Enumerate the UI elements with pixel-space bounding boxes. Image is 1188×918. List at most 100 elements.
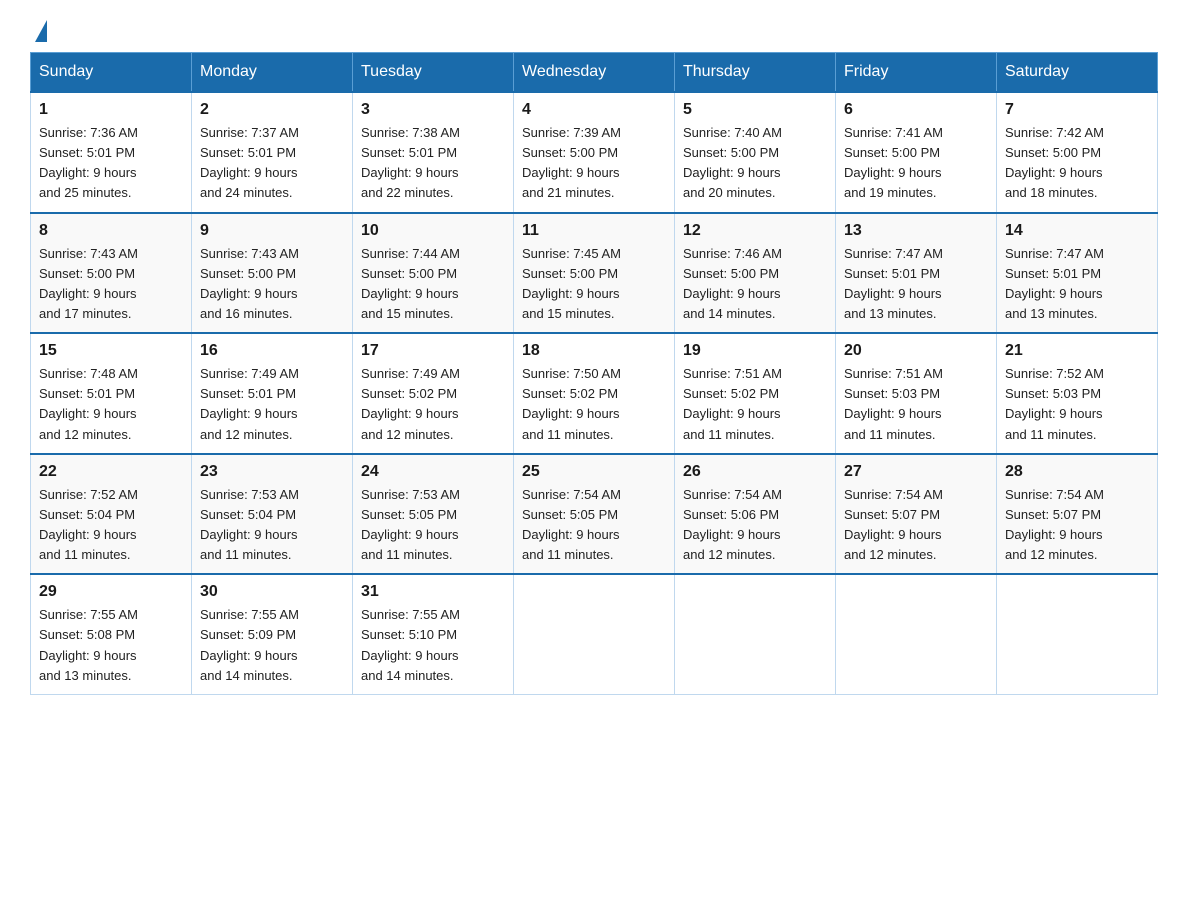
calendar-cell: 15 Sunrise: 7:48 AM Sunset: 5:01 PM Dayl… — [31, 333, 192, 454]
day-info: Sunrise: 7:54 AM Sunset: 5:07 PM Dayligh… — [844, 485, 988, 566]
day-info: Sunrise: 7:43 AM Sunset: 5:00 PM Dayligh… — [39, 244, 183, 325]
day-number: 4 — [522, 101, 666, 119]
calendar-cell: 9 Sunrise: 7:43 AM Sunset: 5:00 PM Dayli… — [192, 213, 353, 334]
day-info: Sunrise: 7:42 AM Sunset: 5:00 PM Dayligh… — [1005, 123, 1149, 204]
calendar-cell: 13 Sunrise: 7:47 AM Sunset: 5:01 PM Dayl… — [836, 213, 997, 334]
day-info: Sunrise: 7:49 AM Sunset: 5:02 PM Dayligh… — [361, 364, 505, 445]
day-number: 23 — [200, 463, 344, 481]
logo — [30, 20, 58, 42]
header-saturday: Saturday — [997, 53, 1158, 93]
day-number: 13 — [844, 222, 988, 240]
day-number: 3 — [361, 101, 505, 119]
day-number: 30 — [200, 583, 344, 601]
calendar-cell: 17 Sunrise: 7:49 AM Sunset: 5:02 PM Dayl… — [353, 333, 514, 454]
day-number: 12 — [683, 222, 827, 240]
calendar-cell: 1 Sunrise: 7:36 AM Sunset: 5:01 PM Dayli… — [31, 92, 192, 213]
day-number: 27 — [844, 463, 988, 481]
day-number: 8 — [39, 222, 183, 240]
calendar-cell: 24 Sunrise: 7:53 AM Sunset: 5:05 PM Dayl… — [353, 454, 514, 575]
day-info: Sunrise: 7:54 AM Sunset: 5:05 PM Dayligh… — [522, 485, 666, 566]
day-info: Sunrise: 7:37 AM Sunset: 5:01 PM Dayligh… — [200, 123, 344, 204]
page-header — [30, 20, 1158, 42]
calendar-cell — [997, 574, 1158, 694]
day-number: 11 — [522, 222, 666, 240]
calendar-cell: 25 Sunrise: 7:54 AM Sunset: 5:05 PM Dayl… — [514, 454, 675, 575]
calendar-cell: 16 Sunrise: 7:49 AM Sunset: 5:01 PM Dayl… — [192, 333, 353, 454]
calendar-cell: 30 Sunrise: 7:55 AM Sunset: 5:09 PM Dayl… — [192, 574, 353, 694]
day-number: 15 — [39, 342, 183, 360]
day-info: Sunrise: 7:48 AM Sunset: 5:01 PM Dayligh… — [39, 364, 183, 445]
day-info: Sunrise: 7:49 AM Sunset: 5:01 PM Dayligh… — [200, 364, 344, 445]
calendar-cell: 4 Sunrise: 7:39 AM Sunset: 5:00 PM Dayli… — [514, 92, 675, 213]
calendar-cell: 28 Sunrise: 7:54 AM Sunset: 5:07 PM Dayl… — [997, 454, 1158, 575]
day-info: Sunrise: 7:51 AM Sunset: 5:02 PM Dayligh… — [683, 364, 827, 445]
day-number: 22 — [39, 463, 183, 481]
day-info: Sunrise: 7:55 AM Sunset: 5:08 PM Dayligh… — [39, 605, 183, 686]
calendar-cell: 20 Sunrise: 7:51 AM Sunset: 5:03 PM Dayl… — [836, 333, 997, 454]
header-wednesday: Wednesday — [514, 53, 675, 93]
day-number: 1 — [39, 101, 183, 119]
week-row-5: 29 Sunrise: 7:55 AM Sunset: 5:08 PM Dayl… — [31, 574, 1158, 694]
calendar-cell: 29 Sunrise: 7:55 AM Sunset: 5:08 PM Dayl… — [31, 574, 192, 694]
calendar-cell: 5 Sunrise: 7:40 AM Sunset: 5:00 PM Dayli… — [675, 92, 836, 213]
day-number: 18 — [522, 342, 666, 360]
calendar-cell: 3 Sunrise: 7:38 AM Sunset: 5:01 PM Dayli… — [353, 92, 514, 213]
week-row-1: 1 Sunrise: 7:36 AM Sunset: 5:01 PM Dayli… — [31, 92, 1158, 213]
day-info: Sunrise: 7:47 AM Sunset: 5:01 PM Dayligh… — [844, 244, 988, 325]
week-row-2: 8 Sunrise: 7:43 AM Sunset: 5:00 PM Dayli… — [31, 213, 1158, 334]
day-info: Sunrise: 7:51 AM Sunset: 5:03 PM Dayligh… — [844, 364, 988, 445]
calendar-cell: 6 Sunrise: 7:41 AM Sunset: 5:00 PM Dayli… — [836, 92, 997, 213]
day-info: Sunrise: 7:52 AM Sunset: 5:03 PM Dayligh… — [1005, 364, 1149, 445]
day-info: Sunrise: 7:44 AM Sunset: 5:00 PM Dayligh… — [361, 244, 505, 325]
day-number: 25 — [522, 463, 666, 481]
calendar-cell: 18 Sunrise: 7:50 AM Sunset: 5:02 PM Dayl… — [514, 333, 675, 454]
calendar-cell: 19 Sunrise: 7:51 AM Sunset: 5:02 PM Dayl… — [675, 333, 836, 454]
day-info: Sunrise: 7:54 AM Sunset: 5:07 PM Dayligh… — [1005, 485, 1149, 566]
header-sunday: Sunday — [31, 53, 192, 93]
calendar-cell: 14 Sunrise: 7:47 AM Sunset: 5:01 PM Dayl… — [997, 213, 1158, 334]
header-friday: Friday — [836, 53, 997, 93]
calendar-cell: 12 Sunrise: 7:46 AM Sunset: 5:00 PM Dayl… — [675, 213, 836, 334]
day-info: Sunrise: 7:46 AM Sunset: 5:00 PM Dayligh… — [683, 244, 827, 325]
header-monday: Monday — [192, 53, 353, 93]
header-thursday: Thursday — [675, 53, 836, 93]
calendar-cell: 8 Sunrise: 7:43 AM Sunset: 5:00 PM Dayli… — [31, 213, 192, 334]
day-number: 5 — [683, 101, 827, 119]
day-number: 21 — [1005, 342, 1149, 360]
day-info: Sunrise: 7:55 AM Sunset: 5:09 PM Dayligh… — [200, 605, 344, 686]
day-number: 2 — [200, 101, 344, 119]
day-info: Sunrise: 7:41 AM Sunset: 5:00 PM Dayligh… — [844, 123, 988, 204]
day-number: 14 — [1005, 222, 1149, 240]
calendar-cell: 10 Sunrise: 7:44 AM Sunset: 5:00 PM Dayl… — [353, 213, 514, 334]
day-info: Sunrise: 7:36 AM Sunset: 5:01 PM Dayligh… — [39, 123, 183, 204]
calendar-cell: 31 Sunrise: 7:55 AM Sunset: 5:10 PM Dayl… — [353, 574, 514, 694]
day-number: 6 — [844, 101, 988, 119]
calendar-cell: 23 Sunrise: 7:53 AM Sunset: 5:04 PM Dayl… — [192, 454, 353, 575]
calendar-cell: 26 Sunrise: 7:54 AM Sunset: 5:06 PM Dayl… — [675, 454, 836, 575]
day-number: 24 — [361, 463, 505, 481]
week-row-4: 22 Sunrise: 7:52 AM Sunset: 5:04 PM Dayl… — [31, 454, 1158, 575]
day-info: Sunrise: 7:38 AM Sunset: 5:01 PM Dayligh… — [361, 123, 505, 204]
day-number: 7 — [1005, 101, 1149, 119]
day-number: 19 — [683, 342, 827, 360]
calendar-cell: 2 Sunrise: 7:37 AM Sunset: 5:01 PM Dayli… — [192, 92, 353, 213]
day-info: Sunrise: 7:40 AM Sunset: 5:00 PM Dayligh… — [683, 123, 827, 204]
calendar-cell — [675, 574, 836, 694]
day-number: 17 — [361, 342, 505, 360]
day-number: 31 — [361, 583, 505, 601]
calendar-table: SundayMondayTuesdayWednesdayThursdayFrid… — [30, 52, 1158, 695]
day-info: Sunrise: 7:39 AM Sunset: 5:00 PM Dayligh… — [522, 123, 666, 204]
day-info: Sunrise: 7:50 AM Sunset: 5:02 PM Dayligh… — [522, 364, 666, 445]
day-number: 16 — [200, 342, 344, 360]
day-number: 26 — [683, 463, 827, 481]
calendar-cell — [836, 574, 997, 694]
day-number: 10 — [361, 222, 505, 240]
day-info: Sunrise: 7:55 AM Sunset: 5:10 PM Dayligh… — [361, 605, 505, 686]
day-info: Sunrise: 7:43 AM Sunset: 5:00 PM Dayligh… — [200, 244, 344, 325]
calendar-cell: 11 Sunrise: 7:45 AM Sunset: 5:00 PM Dayl… — [514, 213, 675, 334]
day-info: Sunrise: 7:53 AM Sunset: 5:04 PM Dayligh… — [200, 485, 344, 566]
header-tuesday: Tuesday — [353, 53, 514, 93]
calendar-header-row: SundayMondayTuesdayWednesdayThursdayFrid… — [31, 53, 1158, 93]
day-info: Sunrise: 7:45 AM Sunset: 5:00 PM Dayligh… — [522, 244, 666, 325]
logo-triangle-icon — [35, 20, 47, 42]
